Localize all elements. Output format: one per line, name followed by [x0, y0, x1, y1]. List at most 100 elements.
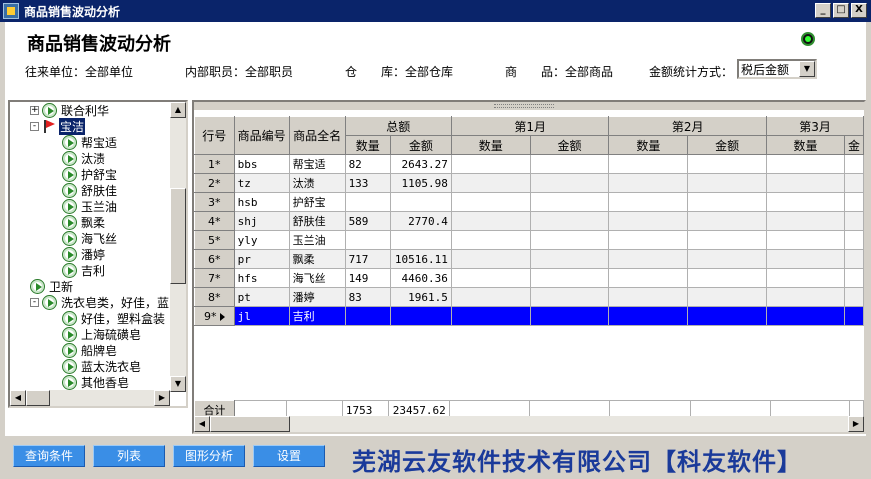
tree-item[interactable]: 吉利	[62, 262, 105, 278]
cell-empty[interactable]	[529, 192, 610, 212]
cell-qty[interactable]	[344, 192, 391, 212]
col-qty[interactable]: 数量	[766, 135, 845, 155]
cell-empty[interactable]	[843, 230, 864, 250]
tree-item[interactable]: 海飞丝	[62, 230, 117, 246]
cell-empty[interactable]	[450, 154, 531, 174]
col-amount[interactable]: 金额	[389, 135, 452, 155]
cell-qty[interactable]: 83	[344, 287, 391, 307]
col-row-no[interactable]: 行号	[194, 116, 235, 155]
scroll-right-icon[interactable]: ▶	[848, 416, 864, 432]
cell-qty[interactable]: 717	[344, 249, 391, 269]
cell-empty[interactable]	[608, 192, 689, 212]
cell-empty[interactable]	[687, 154, 768, 174]
cell-empty[interactable]	[608, 211, 689, 231]
tree-item[interactable]: 飘柔	[62, 214, 105, 230]
cell-amount[interactable]	[389, 192, 452, 212]
maximize-button[interactable]: □	[833, 3, 849, 18]
cell-empty[interactable]	[529, 230, 610, 250]
cell-empty[interactable]	[766, 154, 845, 174]
cell-empty[interactable]	[843, 268, 864, 288]
cell-code[interactable]: hfs	[233, 268, 290, 288]
tree-horizontal-scrollbar[interactable]: ◀ ▶	[10, 390, 170, 406]
cell-name[interactable]: 护舒宝	[288, 192, 346, 212]
cell-qty[interactable]	[344, 230, 391, 250]
tree-item[interactable]: 蓝太洗衣皂	[62, 358, 141, 374]
cell-amount[interactable]: 4460.36	[389, 268, 452, 288]
cell-name[interactable]: 潘婷	[288, 287, 346, 307]
cell-name[interactable]: 飘柔	[288, 249, 346, 269]
cell-empty[interactable]	[687, 211, 768, 231]
cell-empty[interactable]	[529, 173, 610, 193]
scroll-up-icon[interactable]: ▲	[170, 102, 186, 118]
cell-code[interactable]: pt	[233, 287, 290, 307]
tree-item[interactable]: 卫新	[30, 278, 73, 294]
scroll-left-icon[interactable]: ◀	[10, 390, 26, 406]
cell-empty[interactable]	[529, 268, 610, 288]
tree-vertical-scrollbar[interactable]: ▲ ▼	[170, 102, 186, 392]
cell-empty[interactable]	[450, 173, 531, 193]
cell-empty[interactable]	[450, 287, 531, 307]
cell-empty[interactable]	[843, 211, 864, 231]
row-number[interactable]: 1*	[194, 154, 235, 174]
cell-code[interactable]: hsb	[233, 192, 290, 212]
row-number[interactable]: 9*	[194, 306, 235, 326]
scroll-thumb[interactable]	[26, 390, 50, 406]
cell-empty[interactable]	[766, 192, 845, 212]
cell-code[interactable]: pr	[233, 249, 290, 269]
cell-empty[interactable]	[687, 230, 768, 250]
cell-qty[interactable]: 589	[344, 211, 391, 231]
cell-empty[interactable]	[450, 268, 531, 288]
cell-empty[interactable]	[608, 287, 689, 307]
tree-item[interactable]: 汰渍	[62, 150, 105, 166]
list-button[interactable]: 列表	[93, 445, 165, 467]
table-row[interactable]: 7* hfs 海飞丝 149 4460.36	[194, 268, 864, 288]
tree-item[interactable]: 船牌皂	[62, 342, 117, 358]
scroll-left-icon[interactable]: ◀	[194, 416, 210, 432]
scroll-down-icon[interactable]: ▼	[170, 376, 186, 392]
cell-amount[interactable]: 1105.98	[389, 173, 452, 193]
grid-horizontal-scrollbar[interactable]: ◀ ▶	[194, 416, 864, 432]
cell-code[interactable]: shj	[233, 211, 290, 231]
cell-amount[interactable]: 10516.11	[389, 249, 452, 269]
col-code[interactable]: 商品编号	[233, 116, 290, 155]
cell-empty[interactable]	[529, 306, 610, 326]
cell-empty[interactable]	[450, 230, 531, 250]
cell-name[interactable]: 玉兰油	[288, 230, 346, 250]
tree-item[interactable]: - 洗衣皂类，好佳，蓝	[30, 294, 169, 310]
cell-qty[interactable]: 149	[344, 268, 391, 288]
cell-empty[interactable]	[608, 230, 689, 250]
tree-item[interactable]: + 联合利华	[30, 102, 109, 118]
tree-item[interactable]: - 宝洁	[30, 117, 86, 135]
cell-empty[interactable]	[766, 230, 845, 250]
query-button[interactable]: 查询条件	[13, 445, 85, 467]
scroll-right-icon[interactable]: ▶	[154, 390, 170, 406]
tree-item[interactable]: 帮宝适	[62, 134, 117, 150]
cell-empty[interactable]	[529, 287, 610, 307]
table-row[interactable]: 5* yly 玉兰油	[194, 230, 864, 250]
cell-empty[interactable]	[450, 249, 531, 269]
cell-amount[interactable]	[389, 230, 452, 250]
table-row[interactable]: 2* tz 汰渍 133 1105.98	[194, 173, 864, 193]
cell-empty[interactable]	[687, 287, 768, 307]
cell-code[interactable]: yly	[233, 230, 290, 250]
tree-item[interactable]: 玉兰油	[62, 198, 117, 214]
col-amount-cut[interactable]: 金	[843, 135, 864, 155]
tree-item[interactable]: 舒肤佳	[62, 182, 117, 198]
cell-empty[interactable]	[608, 173, 689, 193]
cell-amount[interactable]: 2770.4	[389, 211, 452, 231]
cell-amount[interactable]: 1961.5	[389, 287, 452, 307]
cell-empty[interactable]	[687, 268, 768, 288]
cell-name[interactable]: 吉利	[288, 306, 346, 326]
tree-item[interactable]: 好佳，塑料盒装	[62, 310, 165, 326]
cell-empty[interactable]	[843, 173, 864, 193]
splitter-grip[interactable]	[194, 102, 864, 110]
row-number[interactable]: 7*	[194, 268, 235, 288]
cell-empty[interactable]	[608, 268, 689, 288]
table-row[interactable]: 9* jl 吉利	[194, 306, 864, 326]
cell-empty[interactable]	[843, 287, 864, 307]
cell-empty[interactable]	[766, 249, 845, 269]
cell-empty[interactable]	[450, 192, 531, 212]
tree-item[interactable]: 护舒宝	[62, 166, 117, 182]
close-button[interactable]: X	[851, 3, 867, 18]
chart-analysis-button[interactable]: 图形分析	[173, 445, 245, 467]
